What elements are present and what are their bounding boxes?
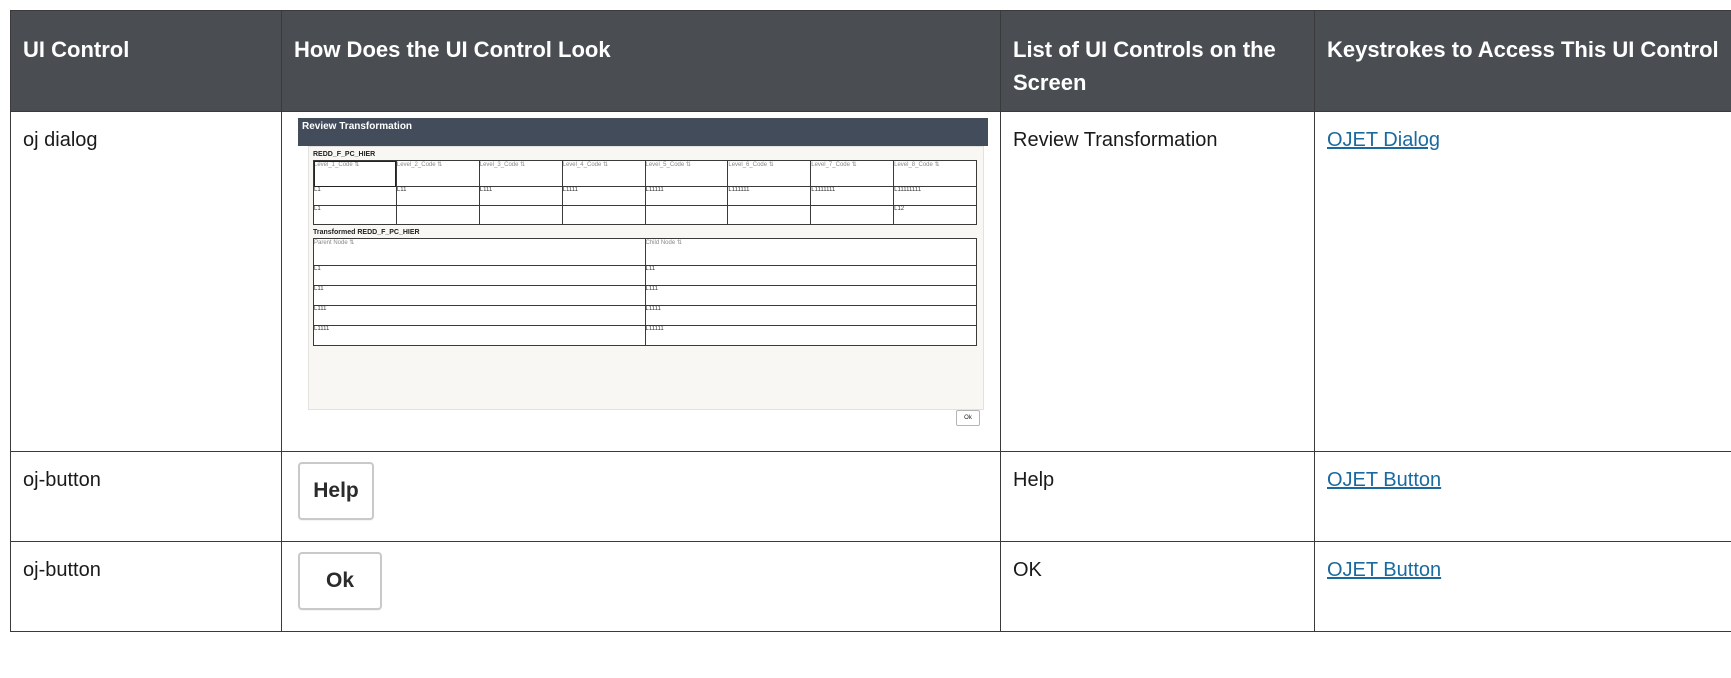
control-name: oj dialog (23, 129, 98, 151)
table-cell (810, 205, 895, 225)
ojet-button-link[interactable]: OJET Button (1327, 469, 1441, 491)
table-row: L1 L12 (313, 205, 977, 225)
column-header: Level_2_Code ⇅ (395, 160, 480, 187)
table-cell: L111 (478, 186, 563, 206)
control-list-item: OK (1013, 559, 1042, 581)
control-name: oj-button (23, 559, 101, 581)
section-title: REDD_F_PC_HIER (313, 151, 376, 158)
section-title: Transformed REDD_F_PC_HIER (313, 229, 420, 236)
table-cell: L11 (313, 285, 646, 306)
transformed-table: Parent Node ⇅ Child Node ⇅ L1 L11 L11 L1… (313, 238, 977, 346)
table-row: L1 L11 (313, 265, 977, 286)
table-cell (727, 205, 812, 225)
control-list-item: Help (1013, 469, 1055, 491)
column-header: Parent Node ⇅ (313, 238, 646, 266)
column-header: Level_6_Code ⇅ (727, 160, 812, 187)
help-button-image: Help (298, 462, 374, 520)
table-cell (644, 205, 729, 225)
table-cell: L11111 (644, 325, 977, 346)
table-cell (478, 205, 563, 225)
header-row: UI Control How Does the UI Control Look … (10, 10, 1731, 112)
table-cell: L1111 (644, 305, 977, 326)
column-header: Child Node ⇅ (644, 238, 977, 266)
table-cell: L1111111 (810, 186, 895, 206)
review-transformation-dialog-image: Review Transformation REDD_F_PC_HIER Lev… (298, 118, 988, 430)
table-header: Level_1_Code ⇅ Level_2_Code ⇅ Level_3_Co… (313, 160, 977, 187)
control-name: oj-button (23, 469, 101, 491)
table-cell: L11 (395, 186, 480, 206)
table-row: L11 L111 (313, 285, 977, 306)
table-row: oj dialog Review Transformation REDD_F_P… (10, 111, 1731, 452)
control-list-item: Review Transformation (1013, 129, 1218, 151)
hierarchy-table: Level_1_Code ⇅ Level_2_Code ⇅ Level_3_Co… (313, 160, 977, 225)
column-header: Level_4_Code ⇅ (561, 160, 646, 187)
table-cell: L111111 (727, 186, 812, 206)
table-cell: L1111 (313, 325, 646, 346)
ok-button-image: Ok (298, 552, 382, 610)
column-header: Level_5_Code ⇅ (644, 160, 729, 187)
table-row: oj-button Help Help OJET Button (10, 451, 1731, 542)
table-cell: L11111111 (893, 186, 977, 206)
table-cell: L111 (313, 305, 646, 326)
table-cell: L11 (644, 265, 977, 286)
table-cell: L12 (893, 205, 977, 225)
dialog-body: REDD_F_PC_HIER Level_1_Code ⇅ Level_2_Co… (308, 146, 984, 410)
table-cell: L11111 (644, 186, 729, 206)
dialog-title: Review Transformation (298, 118, 988, 146)
header-how-look: How Does the UI Control Look (281, 10, 1001, 112)
column-header: Level_1_Code ⇅ (313, 160, 397, 187)
table-row: L1111 L11111 (313, 325, 977, 346)
table-header: Parent Node ⇅ Child Node ⇅ (313, 238, 977, 266)
table-row: L111 L1111 (313, 305, 977, 326)
table-cell: L111 (644, 285, 977, 306)
ojet-dialog-link[interactable]: OJET Dialog (1327, 129, 1440, 151)
ojet-button-link[interactable]: OJET Button (1327, 559, 1441, 581)
column-header: Level_3_Code ⇅ (478, 160, 563, 187)
table-row: oj-button Ok OK OJET Button (10, 541, 1731, 632)
header-ui-control: UI Control (10, 10, 282, 112)
header-list-controls: List of UI Controls on the Screen (1000, 10, 1315, 112)
dialog-ok-button: Ok (956, 410, 980, 426)
table-cell (561, 205, 646, 225)
column-header: Level_7_Code ⇅ (810, 160, 895, 187)
table-cell: L1 (313, 186, 397, 206)
column-header: Level_8_Code ⇅ (893, 160, 977, 187)
table-cell: L1 (313, 205, 397, 225)
header-keystrokes: Keystrokes to Access This UI Control (1314, 10, 1731, 112)
table-row: L1 L11 L111 L1111 L11111 L111111 L111111… (313, 186, 977, 206)
table-cell (395, 205, 480, 225)
table-cell: L1111 (561, 186, 646, 206)
table-cell: L1 (313, 265, 646, 286)
ui-controls-table: UI Control How Does the UI Control Look … (10, 10, 1731, 632)
